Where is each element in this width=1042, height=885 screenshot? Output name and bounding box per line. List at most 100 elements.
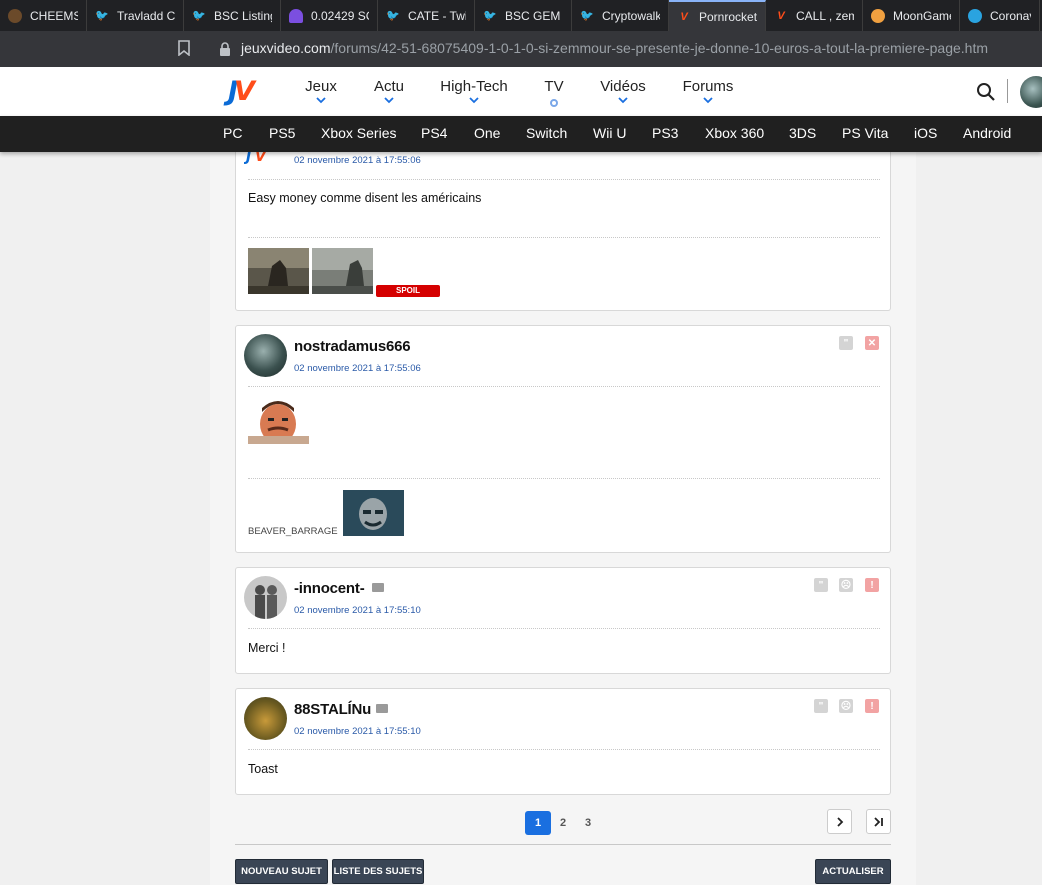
avatar-silhouette (255, 585, 277, 619)
site-header: JV Jeux Actu High-Tech TV Vidéos Forums (0, 67, 1042, 116)
report-icon[interactable]: ! (865, 699, 879, 713)
browser-tab[interactable]: MoonGame (863, 0, 960, 31)
delete-icon[interactable]: ✕ (865, 336, 879, 350)
browser-tab[interactable]: 🐦 Cryptowalk (572, 0, 669, 31)
url-path: /forums/42-51-68075409-1-0-1-0-si-zemmou… (330, 40, 989, 56)
nav-high-tech[interactable]: High-Tech (439, 78, 509, 104)
twitter-icon: 🐦 (386, 10, 400, 22)
post-date[interactable]: 02 novembre 2021 à 17:55:10 (294, 726, 421, 737)
user-avatar[interactable] (1020, 76, 1042, 108)
post-avatar[interactable] (244, 576, 287, 619)
post-divider (248, 386, 880, 387)
browser-tab-active[interactable]: V Pornrocket (669, 0, 766, 31)
post-message: Easy money comme disent les américains (248, 191, 482, 205)
mail-icon[interactable] (376, 704, 388, 713)
post-avatar[interactable] (244, 697, 287, 740)
post-divider (248, 749, 880, 750)
browser-tab[interactable]: 🐦 CATE - Twit (378, 0, 475, 31)
post-author[interactable]: nostradamus666 (294, 338, 411, 355)
platform-ps-vita[interactable]: PS Vita (842, 125, 888, 141)
spoiler-image-thumb[interactable] (248, 248, 309, 294)
browser-tab[interactable]: CHEEMSINU (0, 0, 87, 31)
post-divider (248, 628, 880, 629)
platform-ios[interactable]: iOS (914, 125, 937, 141)
platform-android[interactable]: Android (963, 125, 1011, 141)
post-date[interactable]: 02 novembre 2021 à 17:55:10 (294, 605, 421, 616)
forum-post: -innocent- 02 novembre 2021 à 17:55:10 "… (235, 567, 891, 674)
browser-tab[interactable]: 0.02429 SC (281, 0, 378, 31)
platform-ps3[interactable]: PS3 (652, 125, 678, 141)
bookmark-icon[interactable] (178, 40, 190, 56)
post-avatar[interactable] (244, 334, 287, 377)
mail-icon[interactable] (372, 583, 384, 592)
chevron-down-icon (316, 97, 326, 104)
browser-tab[interactable]: V CALL , zem (766, 0, 863, 31)
platform-wii-u[interactable]: Wii U (593, 125, 626, 141)
search-icon[interactable] (976, 82, 996, 102)
dex-icon (289, 8, 303, 23)
post-date[interactable]: 02 novembre 2021 à 17:55:06 (294, 363, 421, 374)
ignore-icon[interactable]: ☹ (839, 699, 853, 713)
page-1-button[interactable]: 1 (525, 811, 551, 835)
forum-post: 88STALÍNu 02 novembre 2021 à 17:55:10 " … (235, 688, 891, 795)
post-message: Merci ! (248, 641, 286, 655)
browser-tab[interactable]: 🐦 BSC Listing (184, 0, 281, 31)
platform-ps5[interactable]: PS5 (269, 125, 295, 141)
post-author[interactable]: 88STALÍNu (294, 701, 371, 718)
ignore-icon[interactable]: ☹ (839, 578, 853, 592)
nav-videos[interactable]: Vidéos (599, 78, 647, 104)
quote-icon[interactable]: " (814, 578, 828, 592)
jv-logo[interactable]: JV (228, 76, 268, 107)
platform-3ds[interactable]: 3DS (789, 125, 816, 141)
last-page-button[interactable] (866, 809, 891, 834)
spoil-button[interactable]: SPOIL (376, 285, 440, 297)
url-field[interactable]: jeuxvideo.com/forums/42-51-68075409-1-0-… (241, 40, 988, 56)
browser-tab-bar: CHEEMSINU 🐦 Travladd Cr 🐦 BSC Listing 0.… (0, 0, 1042, 31)
page-2-button[interactable]: 2 (550, 811, 576, 835)
address-bar: jeuxvideo.com/forums/42-51-68075409-1-0-… (0, 31, 1042, 67)
platform-xbox-series[interactable]: Xbox Series (321, 125, 396, 141)
next-page-button[interactable] (827, 809, 852, 834)
twitter-icon: 🐦 (95, 10, 109, 22)
url-host: jeuxvideo.com (241, 40, 331, 56)
post-date[interactable]: 02 novembre 2021 à 17:55:06 (294, 155, 421, 166)
new-topic-button[interactable]: NOUVEAU SUJET (235, 859, 328, 884)
report-icon[interactable]: ! (865, 578, 879, 592)
lock-icon[interactable] (219, 42, 231, 56)
chevron-down-icon (618, 97, 628, 104)
page-3-button[interactable]: 3 (575, 811, 601, 835)
sticker-image[interactable] (248, 396, 309, 444)
chevron-right-icon (836, 816, 843, 827)
forum-post: nostradamus666 02 novembre 2021 à 17:55:… (235, 325, 891, 553)
platform-bar: PC PS5 Xbox Series PS4 One Switch Wii U … (0, 116, 1042, 152)
platform-switch[interactable]: Switch (526, 125, 567, 141)
spoiler-image-thumb[interactable] (312, 248, 373, 294)
quote-icon[interactable]: " (839, 336, 853, 350)
post-divider (248, 237, 880, 238)
header-divider (1007, 79, 1008, 103)
post-author[interactable]: -innocent- (294, 580, 365, 597)
browser-tab[interactable]: 🐦 BSC GEM W (475, 0, 572, 31)
browser-tab[interactable]: Coronav (960, 0, 1040, 31)
signature-image[interactable] (343, 490, 404, 536)
nav-tv[interactable]: TV (542, 78, 566, 107)
browser-tab[interactable]: 🐦 Travladd Cr (87, 0, 184, 31)
moon-icon (871, 8, 885, 23)
chevron-down-icon (469, 97, 479, 104)
signature-divider (248, 478, 880, 479)
platform-one[interactable]: One (474, 125, 500, 141)
platform-ps4[interactable]: PS4 (421, 125, 447, 141)
platform-pc[interactable]: PC (223, 125, 242, 141)
post-divider (248, 179, 880, 180)
topic-list-button[interactable]: LISTE DES SUJETS (332, 859, 424, 884)
refresh-button[interactable]: ACTUALISER (815, 859, 891, 884)
nav-forums[interactable]: Forums (682, 78, 734, 104)
live-dot-icon (550, 99, 558, 107)
nav-jeux[interactable]: Jeux (304, 78, 338, 104)
twitter-icon: 🐦 (192, 10, 206, 22)
platform-xbox-360[interactable]: Xbox 360 (705, 125, 764, 141)
quote-icon[interactable]: " (814, 699, 828, 713)
forum-post: J V 02 novembre 2021 à 17:55:06 Easy mon… (235, 132, 891, 311)
chevron-down-icon (384, 97, 394, 104)
nav-actu[interactable]: Actu (372, 78, 406, 104)
